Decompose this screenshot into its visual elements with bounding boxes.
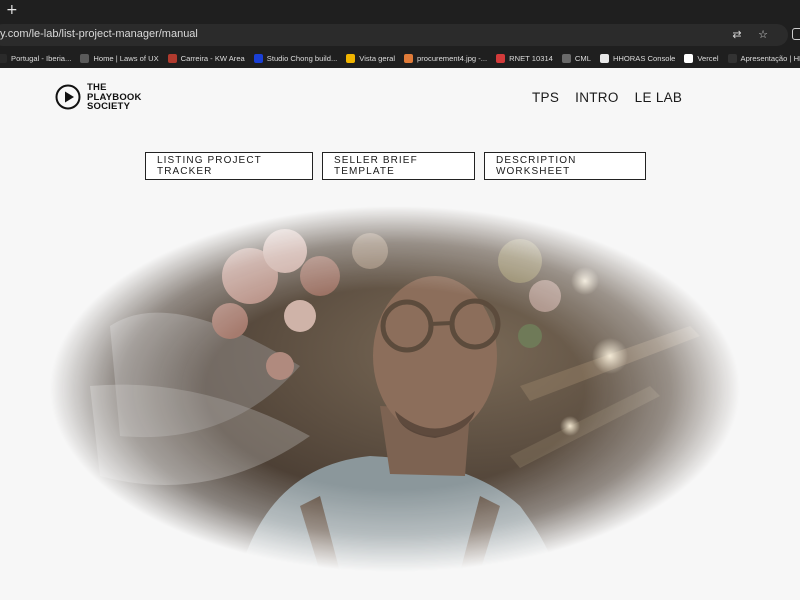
nav-tps[interactable]: TPS [532, 90, 559, 105]
seller-brief-template-button[interactable]: SELLER BRIEF TEMPLATE [322, 152, 475, 180]
page-content: THE PLAYBOOK SOCIETY TPS INTRO LE LAB LI… [0, 68, 800, 600]
bookmark-label: Vista geral [359, 53, 396, 63]
bookmark-label: Portugal - Iberia... [11, 53, 72, 63]
play-icon [55, 84, 81, 110]
bokeh-light [560, 416, 580, 436]
nav-le-lab[interactable]: LE LAB [635, 90, 683, 105]
bookmark-item[interactable]: procurement4.jpg -... [404, 53, 488, 63]
hero-image [50, 206, 740, 572]
bokeh-light [592, 338, 628, 374]
nav-intro[interactable]: INTRO [575, 90, 619, 105]
glasses-bridge [429, 321, 453, 326]
address-bar[interactable]: y.com/le-lab/list-project-manager/manual… [0, 24, 788, 46]
bookmark-item[interactable]: HHORAS Console [599, 53, 676, 63]
bookmark-item[interactable]: Vercel [684, 53, 719, 63]
bookmark-favicon-icon [727, 53, 737, 63]
new-tab-button[interactable]: + [6, 2, 18, 18]
bookmark-favicon-icon [253, 53, 263, 63]
description-worksheet-button[interactable]: DESCRIPTION WORKSHEET [484, 152, 646, 180]
extensions-icon[interactable] [792, 28, 800, 40]
browser-tab-strip: + [0, 0, 800, 22]
logo-text: THE PLAYBOOK SOCIETY [87, 83, 142, 112]
bookmark-favicon-icon [599, 53, 609, 63]
resource-buttons: LISTING PROJECT TRACKER SELLER BRIEF TEM… [145, 152, 646, 180]
bookmark-label: Studio Chong build... [266, 53, 338, 63]
bookmark-item[interactable]: Carreira - KW Area [167, 53, 245, 63]
bookmark-item[interactable]: CML [561, 53, 591, 63]
browser-toolbar: y.com/le-lab/list-project-manager/manual… [0, 22, 800, 48]
bookmark-favicon-icon [80, 53, 90, 63]
listing-project-tracker-button[interactable]: LISTING PROJECT TRACKER [145, 152, 313, 180]
translate-icon[interactable]: ⇄ [730, 28, 744, 42]
bokeh-light [571, 267, 599, 295]
bookmark-label: Carreira - KW Area [180, 53, 245, 63]
url-text[interactable]: y.com/le-lab/list-project-manager/manual [0, 28, 198, 40]
bookmark-label: procurement4.jpg -... [417, 53, 488, 63]
bookmark-favicon-icon [684, 53, 694, 63]
bookmark-item[interactable]: Portugal - Iberia... [0, 53, 72, 63]
logo-line: SOCIETY [87, 101, 131, 112]
bookmark-item[interactable]: Vista geral [346, 53, 396, 63]
bookmark-favicon-icon [346, 53, 356, 63]
bookmark-favicon-icon [404, 53, 414, 63]
bookmark-label: CML [574, 53, 591, 63]
bookmarks-bar: Portugal - Iberia... Home | Laws of UX Car… [0, 48, 800, 68]
bookmark-label: Apresentação | HH... [740, 53, 800, 63]
bookmark-item[interactable]: Apresentação | HH... [727, 53, 800, 63]
star-icon[interactable]: ☆ [756, 28, 770, 42]
bookmark-favicon-icon [496, 53, 506, 63]
bookmark-label: Home | Laws of UX [93, 53, 159, 63]
bookmark-label: Vercel [697, 53, 719, 63]
bookmark-item[interactable]: Studio Chong build... [253, 53, 338, 63]
bookmark-favicon-icon [561, 53, 571, 63]
bookmark-favicon-icon [167, 53, 177, 63]
main-nav: TPS INTRO LE LAB [532, 90, 682, 105]
bookmark-favicon-icon [0, 53, 7, 63]
bookmark-label: RNET 10314 [509, 53, 553, 63]
bookmark-label: HHORAS Console [612, 53, 676, 63]
site-logo[interactable]: THE PLAYBOOK SOCIETY [55, 83, 142, 112]
bookmark-item[interactable]: Home | Laws of UX [80, 53, 159, 63]
bookmark-item[interactable]: RNET 10314 [496, 53, 553, 63]
